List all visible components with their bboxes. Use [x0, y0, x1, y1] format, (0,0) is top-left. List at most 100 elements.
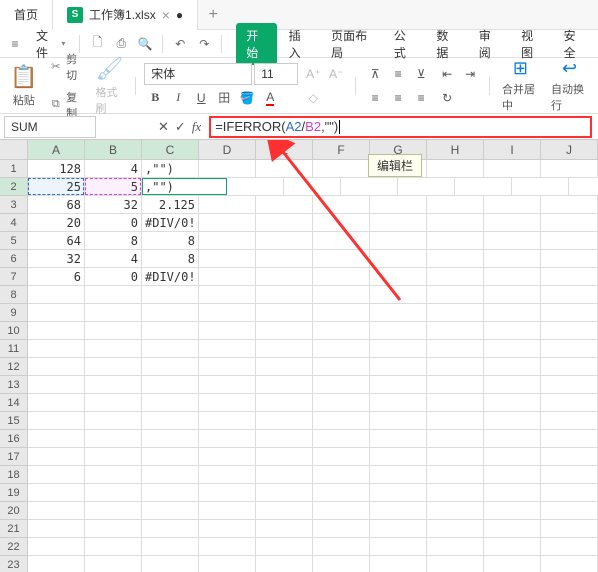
- cell[interactable]: [370, 250, 427, 268]
- font-name-select[interactable]: 宋体: [144, 63, 252, 85]
- cell[interactable]: [256, 448, 313, 466]
- merge-cells-button[interactable]: ⊞ 合并居中: [498, 58, 543, 113]
- cell[interactable]: [313, 538, 370, 556]
- cell[interactable]: [427, 304, 484, 322]
- cell[interactable]: [541, 412, 598, 430]
- undo-icon[interactable]: ↶: [169, 32, 191, 56]
- cell[interactable]: [256, 250, 313, 268]
- cell[interactable]: 25: [28, 178, 85, 196]
- row-header[interactable]: 15: [0, 412, 28, 430]
- cell[interactable]: [28, 358, 85, 376]
- cell[interactable]: [142, 448, 199, 466]
- column-header[interactable]: A: [28, 140, 85, 160]
- cell[interactable]: [85, 376, 142, 394]
- ribbon-tab-start[interactable]: 开始: [236, 23, 276, 65]
- row-header[interactable]: 9: [0, 304, 28, 322]
- cell[interactable]: [313, 430, 370, 448]
- cell[interactable]: [484, 214, 541, 232]
- cell[interactable]: [85, 394, 142, 412]
- cell[interactable]: [85, 286, 142, 304]
- cell[interactable]: #DIV/0!: [142, 268, 199, 286]
- cell[interactable]: [541, 430, 598, 448]
- cell[interactable]: [256, 268, 313, 286]
- cell[interactable]: [484, 358, 541, 376]
- align-left-button[interactable]: ≡: [364, 87, 386, 109]
- cell[interactable]: [484, 376, 541, 394]
- ribbon-tab-layout[interactable]: 页面布局: [321, 23, 382, 65]
- cell[interactable]: 2.125: [142, 196, 199, 214]
- cell[interactable]: [28, 520, 85, 538]
- column-header[interactable]: F: [313, 140, 370, 160]
- cell[interactable]: [256, 160, 313, 178]
- cell[interactable]: [199, 322, 256, 340]
- cell[interactable]: [256, 466, 313, 484]
- cell[interactable]: [370, 232, 427, 250]
- cell[interactable]: [541, 340, 598, 358]
- cell[interactable]: [370, 304, 427, 322]
- underline-button[interactable]: U: [190, 87, 212, 109]
- cell[interactable]: [370, 484, 427, 502]
- cell[interactable]: [541, 196, 598, 214]
- cell[interactable]: [256, 538, 313, 556]
- cell[interactable]: [199, 358, 256, 376]
- cell[interactable]: [569, 178, 598, 196]
- cell[interactable]: [142, 556, 199, 572]
- cell[interactable]: [199, 538, 256, 556]
- cell[interactable]: [85, 412, 142, 430]
- cell[interactable]: [427, 484, 484, 502]
- cell[interactable]: [484, 556, 541, 572]
- home-tab[interactable]: 首页: [0, 0, 53, 30]
- cell[interactable]: [85, 484, 142, 502]
- cell[interactable]: [427, 376, 484, 394]
- cell[interactable]: [370, 430, 427, 448]
- cell[interactable]: [256, 376, 313, 394]
- cell[interactable]: 20: [28, 214, 85, 232]
- cell[interactable]: [484, 232, 541, 250]
- cell[interactable]: [541, 376, 598, 394]
- cell[interactable]: [199, 520, 256, 538]
- cell[interactable]: [370, 358, 427, 376]
- cell[interactable]: [28, 412, 85, 430]
- cell[interactable]: [370, 502, 427, 520]
- cell[interactable]: [256, 502, 313, 520]
- cell[interactable]: [427, 538, 484, 556]
- cell[interactable]: [28, 322, 85, 340]
- cell[interactable]: [142, 358, 199, 376]
- cell[interactable]: [142, 412, 199, 430]
- cell[interactable]: [370, 196, 427, 214]
- cell[interactable]: [142, 502, 199, 520]
- cell[interactable]: [427, 232, 484, 250]
- cell[interactable]: [484, 322, 541, 340]
- cell[interactable]: [370, 340, 427, 358]
- cell[interactable]: [427, 466, 484, 484]
- cell[interactable]: [142, 376, 199, 394]
- cell[interactable]: [484, 484, 541, 502]
- row-header[interactable]: 4: [0, 214, 28, 232]
- cell[interactable]: [313, 322, 370, 340]
- cell[interactable]: [313, 358, 370, 376]
- cell[interactable]: [484, 502, 541, 520]
- cell[interactable]: [313, 286, 370, 304]
- cell[interactable]: [427, 430, 484, 448]
- cell[interactable]: [28, 286, 85, 304]
- cell[interactable]: 5: [85, 178, 142, 196]
- row-header[interactable]: 16: [0, 430, 28, 448]
- cell[interactable]: 32: [85, 196, 142, 214]
- cell[interactable]: [313, 160, 370, 178]
- row-header[interactable]: 2: [0, 178, 28, 196]
- cell[interactable]: [427, 448, 484, 466]
- select-all-corner[interactable]: [0, 140, 28, 160]
- cell[interactable]: [541, 250, 598, 268]
- cell[interactable]: [484, 538, 541, 556]
- cell[interactable]: [142, 286, 199, 304]
- redo-icon[interactable]: ↷: [193, 32, 215, 56]
- row-header[interactable]: 20: [0, 502, 28, 520]
- cell[interactable]: [142, 304, 199, 322]
- cell[interactable]: 4: [85, 160, 142, 178]
- cell[interactable]: [541, 520, 598, 538]
- cell[interactable]: [427, 268, 484, 286]
- close-icon[interactable]: ×: [162, 7, 170, 23]
- ribbon-tab-insert[interactable]: 插入: [279, 23, 319, 65]
- cell[interactable]: [313, 250, 370, 268]
- cell[interactable]: [370, 412, 427, 430]
